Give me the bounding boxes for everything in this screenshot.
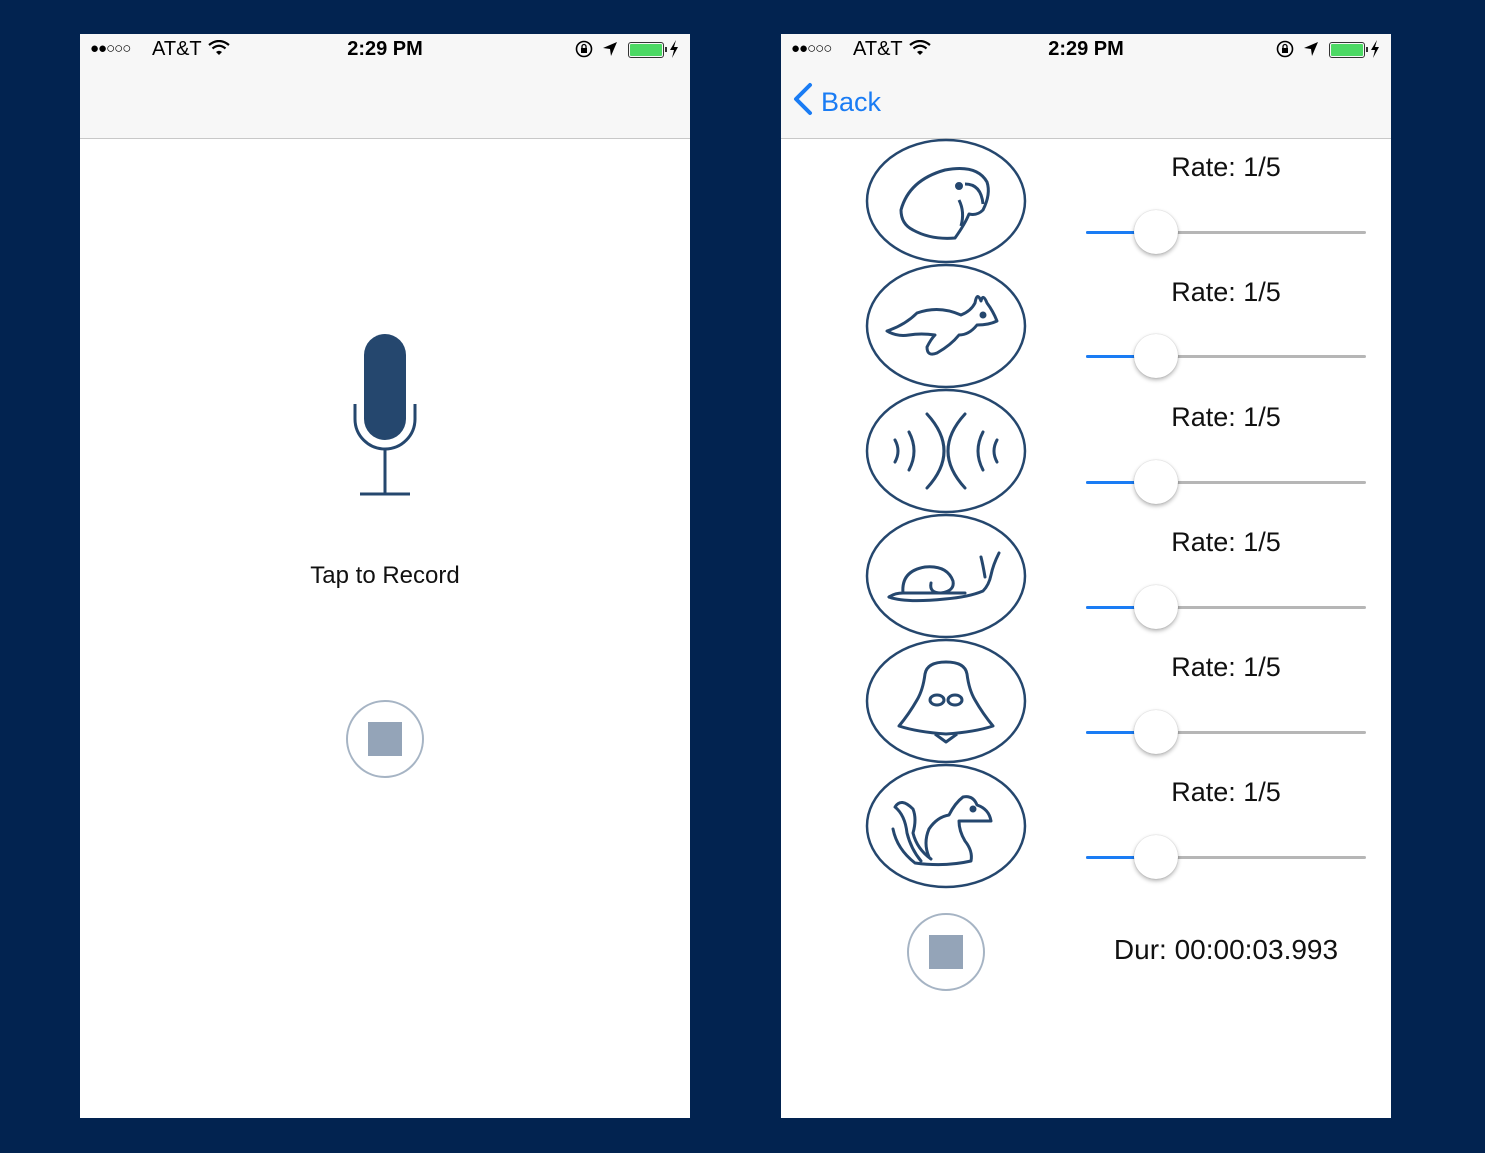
battery-cap <box>1366 47 1368 52</box>
echo-effect-button[interactable] <box>865 388 1027 519</box>
status-time: 2:29 PM <box>1048 38 1124 60</box>
battery-cap <box>665 47 667 52</box>
rate-label-parrot: Rate: 1/5 <box>1171 152 1281 182</box>
squirrel-effect-button[interactable] <box>865 763 1027 894</box>
rate-slider-echo[interactable] <box>1086 458 1366 508</box>
charging-bolt-icon <box>1370 40 1380 64</box>
status-bar: ●●○○○ AT&T 2:29 PM <box>781 34 1391 66</box>
location-arrow-icon <box>602 40 618 63</box>
rate-label-squirrel: Rate: 1/5 <box>1171 777 1281 807</box>
slider-thumb[interactable] <box>1134 585 1178 629</box>
record-microphone-button[interactable] <box>350 334 420 504</box>
record-screen: ●●○○○ AT&T 2:29 PM Tap to Record <box>80 34 690 1118</box>
snail-effect-button[interactable] <box>865 513 1027 644</box>
rate-label-echo: Rate: 1/5 <box>1171 402 1281 432</box>
chevron-left-icon <box>793 82 813 123</box>
rotation-lock-icon <box>574 40 594 64</box>
location-arrow-icon <box>1303 40 1319 63</box>
status-bar: ●●○○○ AT&T 2:29 PM <box>80 34 690 66</box>
darth-vader-effect-button[interactable] <box>865 638 1027 769</box>
rate-slider-rabbit[interactable] <box>1086 332 1366 382</box>
slider-thumb[interactable] <box>1134 460 1178 504</box>
battery-icon <box>1329 42 1365 58</box>
slider-thumb[interactable] <box>1134 210 1178 254</box>
rate-slider-squirrel[interactable] <box>1086 833 1366 883</box>
rate-label-snail: Rate: 1/5 <box>1171 527 1281 557</box>
rate-slider-darth-vader[interactable] <box>1086 708 1366 758</box>
playback-screen: ●●○○○ AT&T 2:29 PM Back Rate: 1/5 Rate: … <box>781 34 1391 1118</box>
stop-button[interactable] <box>345 699 425 784</box>
status-time: 2:29 PM <box>347 38 423 60</box>
rate-label-rabbit: Rate: 1/5 <box>1171 277 1281 307</box>
slider-thumb[interactable] <box>1134 710 1178 754</box>
stop-button[interactable] <box>906 912 986 997</box>
duration-label: Dur: 00:00:03.993 <box>1113 934 1339 965</box>
rate-slider-snail[interactable] <box>1086 583 1366 633</box>
tap-to-record-label: Tap to Record <box>310 562 460 589</box>
rate-label-darth-vader: Rate: 1/5 <box>1171 652 1281 682</box>
back-label: Back <box>821 86 882 117</box>
parrot-effect-button[interactable] <box>865 138 1027 269</box>
rate-slider-parrot[interactable] <box>1086 208 1366 258</box>
slider-thumb[interactable] <box>1134 835 1178 879</box>
slider-thumb[interactable] <box>1134 334 1178 378</box>
rabbit-effect-button[interactable] <box>865 263 1027 394</box>
charging-bolt-icon <box>669 40 679 64</box>
battery-icon <box>628 42 664 58</box>
rotation-lock-icon <box>1275 40 1295 64</box>
back-button[interactable]: Back <box>793 82 882 123</box>
